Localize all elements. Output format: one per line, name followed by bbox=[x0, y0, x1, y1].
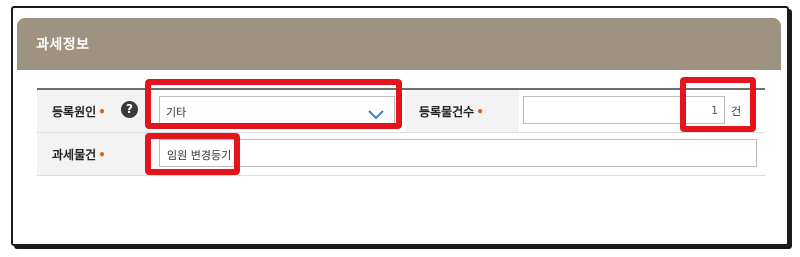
cause-label: 등록원인 • bbox=[52, 103, 106, 120]
count-label-cell: 등록물건수 • bbox=[405, 90, 519, 132]
object-label: 과세물건 • bbox=[52, 146, 106, 163]
object-input-value: 임원 변경등기 bbox=[167, 149, 232, 162]
required-mark: • bbox=[476, 105, 484, 119]
count-unit: 건 bbox=[731, 105, 742, 118]
cause-select[interactable]: 기타 bbox=[159, 96, 395, 124]
object-label-text: 과세물건 bbox=[52, 148, 97, 162]
form-row-object: 과세물건 • 임원 변경등기 bbox=[37, 133, 765, 176]
object-label-cell: 과세물건 • bbox=[37, 133, 149, 175]
panel-title: 과세정보 bbox=[36, 37, 90, 53]
tax-info-panel: 과세정보 등록원인 • ? 기타 등록물건수 • 1 건 과세물건 • 임원 변… bbox=[17, 18, 781, 244]
count-input[interactable]: 1 bbox=[523, 96, 725, 124]
required-mark: • bbox=[98, 148, 106, 162]
tax-info-form: 등록원인 • ? 기타 등록물건수 • 1 건 과세물건 • 임원 변경등기 bbox=[37, 88, 765, 178]
count-label-text: 등록물건수 bbox=[419, 105, 475, 119]
panel-header: 과세정보 bbox=[17, 18, 781, 70]
required-mark: • bbox=[98, 105, 106, 119]
cause-select-value: 기타 bbox=[166, 106, 187, 119]
form-row-cause: 등록원인 • ? 기타 등록물건수 • 1 건 bbox=[37, 90, 765, 133]
cause-label-cell: 등록원인 • ? bbox=[37, 90, 149, 132]
screenshot-frame: 과세정보 등록원인 • ? 기타 등록물건수 • 1 건 과세물건 • 임원 변… bbox=[11, 6, 789, 246]
cause-label-text: 등록원인 bbox=[52, 105, 97, 119]
object-input[interactable]: 임원 변경등기 bbox=[159, 139, 757, 167]
count-input-value: 1 bbox=[711, 104, 718, 117]
help-icon[interactable]: ? bbox=[121, 101, 138, 118]
count-label: 등록물건수 • bbox=[419, 103, 484, 120]
chevron-down-icon bbox=[368, 105, 384, 124]
